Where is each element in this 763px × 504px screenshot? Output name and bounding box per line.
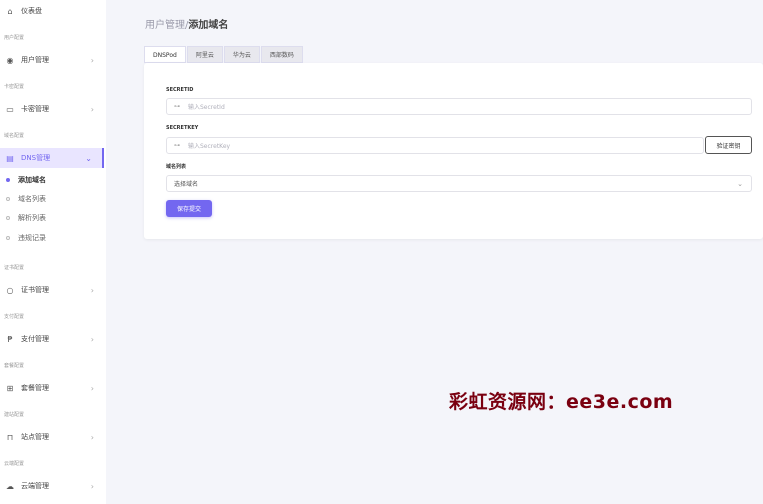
gift-icon: ⊞ <box>6 383 14 393</box>
sidebar-item-cert-mgmt[interactable]: ○ 证书管理 › <box>0 280 104 300</box>
sidebar-item-label: 卡密管理 <box>21 105 49 113</box>
breadcrumb: 用户管理/ <box>145 20 189 31</box>
domain-list-label: 域名列表 <box>166 164 187 170</box>
sidebar-item-label: 云端管理 <box>21 482 49 490</box>
sidebar-subitem-violations[interactable]: 违规记录 <box>0 229 104 247</box>
sidebar-subitem-label: 域名列表 <box>18 195 46 203</box>
sidebar-item-dashboard[interactable]: ⌂ 仪表盘 <box>0 1 104 21</box>
secretid-label: SECRETID <box>166 87 194 93</box>
sidebar-item-label: 支付管理 <box>21 335 49 343</box>
home-icon: ⌂ <box>7 6 13 16</box>
secretkey-placeholder: 输入SecretKey <box>188 143 231 150</box>
sidebar-group-payment: 支付配置 <box>4 314 25 320</box>
sidebar-group-certs: 证书配置 <box>4 265 25 271</box>
sidebar-item-card-mgmt[interactable]: ▭ 卡密管理 › <box>0 99 104 119</box>
sidebar-group-sites: 建站配置 <box>4 412 25 418</box>
sidebar-subitem-domain-list[interactable]: 域名列表 <box>0 190 104 208</box>
tab-aliyun[interactable]: 阿里云 <box>186 46 223 63</box>
sidebar-group-cards: 卡密配置 <box>4 84 25 90</box>
provider-tabs: DNSPod 阿里云 华为云 西部数码 <box>144 46 304 63</box>
chevron-right-icon: › <box>90 55 94 65</box>
secretkey-label: SECRETKEY <box>166 125 199 131</box>
verify-key-button[interactable]: 验证密钥 <box>705 136 752 154</box>
bullet-icon <box>6 236 10 240</box>
sidebar-item-label: 仪表盘 <box>21 7 42 15</box>
sidebar-item-label: DNS管理 <box>21 154 51 162</box>
page-title-text: 添加域名 <box>188 20 229 31</box>
sidebar-subitem-label: 违规记录 <box>18 234 46 242</box>
calendar-icon: ▤ <box>6 153 14 163</box>
sidebar-group-users: 用户配置 <box>4 35 25 41</box>
sidebar-item-label: 证书管理 <box>21 286 49 294</box>
domain-select-value: 选择域名 <box>174 181 199 188</box>
page-title: 用户管理/添加域名 <box>145 16 228 31</box>
sidebar-group-domains: 域名配置 <box>4 133 25 139</box>
chevron-down-icon: ⌄ <box>85 153 92 163</box>
domain-select[interactable]: 选择域名 ⌄ <box>166 175 752 192</box>
key-icon: ⊶ <box>174 142 180 149</box>
secretkey-input[interactable]: ⊶ 输入SecretKey <box>166 137 704 154</box>
sidebar-item-site-mgmt[interactable]: ⊓ 站点管理 › <box>0 427 104 447</box>
chevron-right-icon: › <box>90 285 94 295</box>
tab-huaweicloud[interactable]: 华为云 <box>223 46 260 63</box>
save-button[interactable]: 保存提交 <box>166 200 212 217</box>
watermark: 彩虹资源网：ee3e.com <box>449 391 674 413</box>
sidebar-group-plans: 套餐配置 <box>4 363 25 369</box>
tab-dnspod[interactable]: DNSPod <box>144 46 186 63</box>
sidebar-item-pay-mgmt[interactable]: ₱ 支付管理 › <box>0 329 104 349</box>
cloud-icon: ☁ <box>6 481 14 491</box>
monitor-icon: ▭ <box>6 104 14 114</box>
chevron-down-icon: ⌄ <box>737 179 743 188</box>
sidebar-item-cloud-mgmt[interactable]: ☁ 云端管理 › <box>0 476 104 496</box>
sidebar-item-label: 站点管理 <box>21 433 49 441</box>
user-circle-icon: ◉ <box>6 55 14 65</box>
sidebar-subitem-label: 解析列表 <box>18 214 46 222</box>
secretid-placeholder: 输入SecretId <box>188 104 225 111</box>
key-icon: ⊶ <box>174 103 180 110</box>
bag-icon: ⊓ <box>6 432 14 442</box>
sidebar-item-label: 用户管理 <box>21 56 49 64</box>
sidebar-subitem-add-domain[interactable]: 添加域名 <box>0 171 104 189</box>
chevron-right-icon: › <box>90 481 94 491</box>
chevron-right-icon: › <box>90 383 94 393</box>
circle-icon: ○ <box>6 285 14 295</box>
sidebar-subitem-label: 添加域名 <box>18 176 46 184</box>
bullet-icon <box>6 216 10 220</box>
sidebar-subitem-record-list[interactable]: 解析列表 <box>0 209 104 227</box>
sidebar-item-label: 套餐管理 <box>21 384 49 392</box>
sidebar-item-plan-mgmt[interactable]: ⊞ 套餐管理 › <box>0 378 104 398</box>
sidebar-item-dns-mgmt[interactable]: ▤ DNS管理 ⌄ <box>0 148 104 168</box>
bullet-icon <box>6 197 10 201</box>
secretid-input[interactable]: ⊶ 输入SecretId <box>166 98 752 115</box>
bullet-icon <box>6 178 10 182</box>
sidebar: ⌂ 仪表盘 用户配置 ◉ 用户管理 › 卡密配置 ▭ 卡密管理 › 域名配置 ▤… <box>0 0 106 504</box>
chevron-right-icon: › <box>90 104 94 114</box>
sidebar-group-cloud: 云端配置 <box>4 461 25 467</box>
paypal-icon: ₱ <box>7 334 13 344</box>
form-card: SECRETID ⊶ 输入SecretId SECRETKEY ⊶ 输入Secr… <box>144 63 763 239</box>
sidebar-item-user-mgmt[interactable]: ◉ 用户管理 › <box>0 50 104 70</box>
tab-west[interactable]: 西部数码 <box>260 46 303 63</box>
chevron-right-icon: › <box>90 432 94 442</box>
chevron-right-icon: › <box>90 334 94 344</box>
